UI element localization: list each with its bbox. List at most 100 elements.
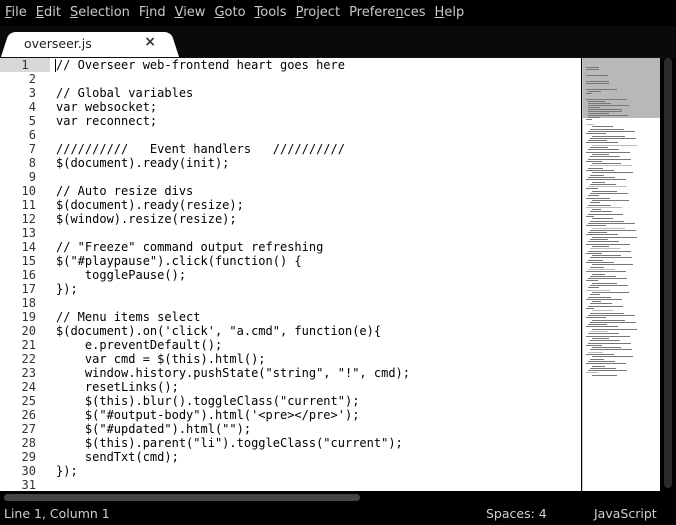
menu-goto[interactable]: Goto <box>209 0 249 26</box>
minimap-line <box>592 135 625 137</box>
code-line[interactable]: 21 e.preventDefault(); <box>0 338 581 352</box>
minimap-line <box>588 149 619 151</box>
line-text: $(this).blur().toggleClass("current"); <box>56 394 360 408</box>
line-text: // Overseer web-frontend heart goes here <box>56 58 345 72</box>
code-line[interactable]: 12 $(window).resize(resize); <box>0 212 581 226</box>
code-line[interactable]: 15 $("#playpause").click(function() { <box>0 254 581 268</box>
minimap-line <box>592 319 625 321</box>
code-line[interactable]: 11 $(document).ready(resize); <box>0 198 581 212</box>
minimap-line <box>586 335 630 337</box>
minimap-line <box>588 241 619 243</box>
menu-tools[interactable]: Tools <box>250 0 291 26</box>
close-icon[interactable]: × <box>144 34 156 50</box>
code-line[interactable]: 6 <box>0 128 581 142</box>
menu-edit[interactable]: Edit <box>31 0 65 26</box>
minimap-line <box>586 124 594 125</box>
line-number: 18 <box>21 296 36 310</box>
minimap-line <box>588 278 627 280</box>
minimap-line <box>588 101 606 102</box>
syntax-selector[interactable]: JavaScript <box>594 503 657 525</box>
minimap-line <box>590 367 616 369</box>
minimap-line <box>592 153 609 155</box>
menu-preferences[interactable]: Preferences <box>344 0 429 26</box>
line-text: resetLinks(); <box>56 380 179 394</box>
minimap-line <box>586 79 604 80</box>
line-text: var reconnect; <box>56 114 158 128</box>
code-line[interactable]: 4 var websocket; <box>0 100 581 114</box>
minimap-line <box>588 204 611 206</box>
code-line[interactable]: 8 $(document).ready(init); <box>0 156 581 170</box>
code-line[interactable]: 14 // "Freeze" command output refreshing <box>0 240 581 254</box>
minimap-line <box>588 158 631 160</box>
code-line[interactable]: 24 resetLinks(); <box>0 380 581 394</box>
minimap-line <box>590 220 624 222</box>
minimap-line <box>586 87 620 88</box>
code-line[interactable]: 31 <box>0 478 581 491</box>
code-line[interactable]: 17}); <box>0 282 581 296</box>
horizontal-scrollbar[interactable] <box>0 491 676 503</box>
cursor-position: Line 1, Column 1 <box>4 506 110 521</box>
code-line[interactable]: 26 $("#output-body").html('<pre></pre>')… <box>0 408 581 422</box>
code-line[interactable]: 19 // Menu items select <box>0 310 581 324</box>
code-line[interactable]: 23 window.history.pushState("string", "!… <box>0 366 581 380</box>
code-line[interactable]: 9 <box>0 170 581 184</box>
minimap-line <box>590 266 604 268</box>
code-line[interactable]: 18 <box>0 296 581 310</box>
code-line[interactable]: 13 <box>0 226 581 240</box>
vertical-scroll-thumb[interactable] <box>664 58 672 488</box>
minimap[interactable] <box>582 58 661 491</box>
minimap-line <box>586 243 630 245</box>
line-text: ////////// Event handlers ////////// <box>56 142 345 156</box>
minimap-line <box>586 81 610 82</box>
minimap-line <box>590 331 608 332</box>
code-line[interactable]: 2 <box>0 72 581 86</box>
code-line[interactable]: 3 // Global variables <box>0 86 581 100</box>
minimap-line <box>588 360 615 362</box>
code-line[interactable]: 10 // Auto resize divs <box>0 184 581 198</box>
line-number: 9 <box>28 170 36 184</box>
line-number: 19 <box>21 310 36 324</box>
minimap-line <box>592 209 601 211</box>
code-line[interactable]: 16 togglePause(); <box>0 268 581 282</box>
menu-view[interactable]: View <box>170 0 210 26</box>
code-line[interactable]: 22 var cmd = $(this).html(); <box>0 352 581 366</box>
indentation-setting[interactable]: Spaces: 4 <box>486 503 547 525</box>
line-number: 10 <box>21 184 36 198</box>
status-bar: Line 1, Column 1 Spaces: 4 JavaScript <box>0 503 676 525</box>
code-line[interactable]: 25 $(this).blur().toggleClass("current")… <box>0 394 581 408</box>
code-line[interactable]: 28 $(this).parent("li").toggleClass("cur… <box>0 436 581 450</box>
minimap-line <box>592 282 617 284</box>
line-number: 8 <box>28 156 36 170</box>
minimap-line <box>590 349 632 351</box>
tab-overseer-js[interactable]: overseer.js × <box>10 32 170 57</box>
code-line[interactable]: 20 $(document).on('click', "a.cmd", funct… <box>0 324 581 338</box>
minimap-line <box>586 289 610 291</box>
horizontal-scroll-thumb[interactable] <box>4 494 360 501</box>
line-text: $(document).ready(init); <box>56 156 230 170</box>
code-line[interactable]: 1 // Overseer web-frontend heart goes her… <box>0 58 581 72</box>
code-line[interactable]: 5 var reconnect; <box>0 114 581 128</box>
code-line[interactable]: 30}); <box>0 464 581 478</box>
menu-help[interactable]: Help <box>430 0 469 26</box>
menu-selection[interactable]: Selection <box>65 0 134 26</box>
vertical-scrollbar[interactable] <box>660 58 676 491</box>
line-text: window.history.pushState("string", "!", … <box>56 366 411 380</box>
code-line[interactable]: 7 ////////// Event handlers ////////// <box>0 142 581 156</box>
minimap-line <box>586 119 592 120</box>
code-editor[interactable]: 1 // Overseer web-frontend heart goes her… <box>0 58 581 491</box>
menu-file[interactable]: File <box>0 0 31 26</box>
minimap-line <box>588 232 607 234</box>
menu-project[interactable]: Project <box>291 0 345 26</box>
minimap-line <box>590 248 620 250</box>
menu-find[interactable]: Find <box>134 0 170 26</box>
code-line[interactable]: 27 $("#updated").html(""); <box>0 422 581 436</box>
minimap-line <box>588 140 607 142</box>
minimap-line <box>592 172 633 174</box>
minimap-line <box>590 340 620 342</box>
minimap-line <box>590 294 600 296</box>
minimap-line <box>592 181 605 183</box>
minimap-line <box>590 239 608 240</box>
code-line[interactable]: 29 sendTxt(cmd); <box>0 450 581 464</box>
minimap-line <box>588 195 599 197</box>
minimap-line <box>590 211 612 213</box>
